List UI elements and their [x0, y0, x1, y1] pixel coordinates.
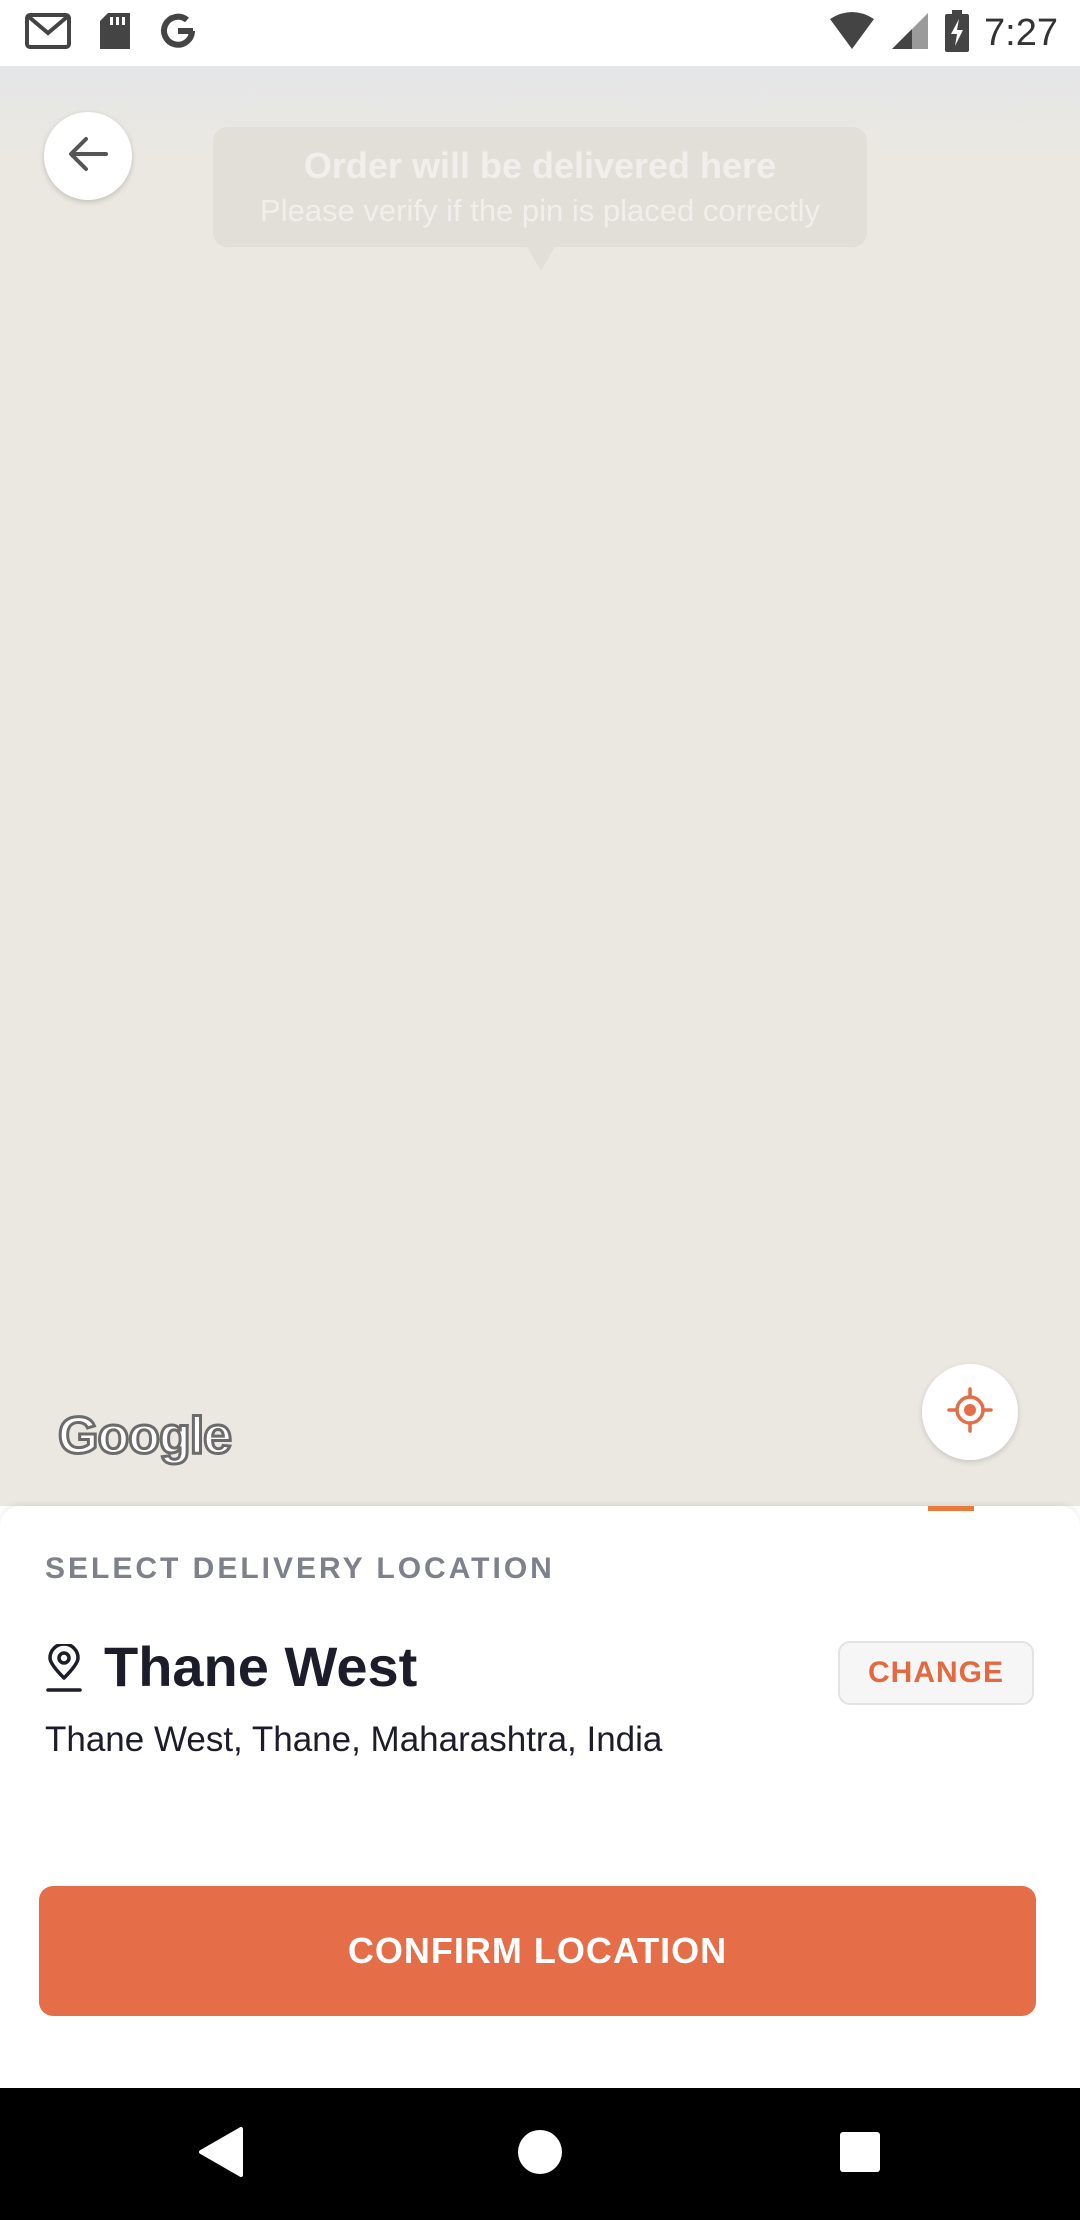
sheet-heading: SELECT DELIVERY LOCATION — [45, 1552, 555, 1585]
nav-back-button[interactable] — [188, 2122, 252, 2186]
location-pin-icon — [44, 1642, 84, 1694]
google-attribution: Google — [56, 1406, 233, 1467]
location-address: Thane West, Thane, Maharashtra, India — [45, 1720, 663, 1759]
tooltip-subtitle: Please verify if the pin is placed corre… — [260, 193, 820, 228]
delivery-tooltip: Order will be delivered here Please veri… — [213, 127, 867, 271]
system-nav-bar — [0, 2088, 1080, 2220]
nav-home-button[interactable] — [508, 2122, 572, 2186]
gmail-icon — [24, 11, 72, 56]
signal-icon — [890, 11, 930, 56]
back-button[interactable] — [44, 112, 132, 200]
home-circle-icon — [516, 2128, 564, 2181]
battery-charging-icon — [944, 9, 970, 57]
confirm-location-button[interactable]: CONFIRM LOCATION — [39, 1886, 1036, 2016]
map-view[interactable]: Order will be delivered here Please veri… — [0, 66, 1080, 1506]
wifi-icon — [828, 11, 876, 56]
status-time: 7:27 — [984, 11, 1058, 54]
nav-recents-button[interactable] — [828, 2122, 892, 2186]
tooltip-arrow — [526, 245, 556, 271]
crosshair-icon — [946, 1386, 994, 1439]
delivery-location-sheet: SELECT DELIVERY LOCATION Thane West CHAN… — [0, 1506, 1080, 2088]
arrow-left-icon — [66, 134, 110, 179]
change-location-button[interactable]: CHANGE — [838, 1641, 1034, 1705]
sd-card-icon — [98, 11, 132, 56]
status-bar: 7:27 — [0, 0, 1080, 66]
tooltip-title: Order will be delivered here — [303, 145, 777, 186]
back-triangle-icon — [195, 2125, 245, 2184]
location-title: Thane West — [104, 1635, 418, 1698]
google-icon — [158, 11, 198, 56]
locate-me-button[interactable] — [922, 1364, 1018, 1460]
sheet-indicator — [928, 1506, 974, 1511]
recents-square-icon — [838, 2130, 882, 2179]
